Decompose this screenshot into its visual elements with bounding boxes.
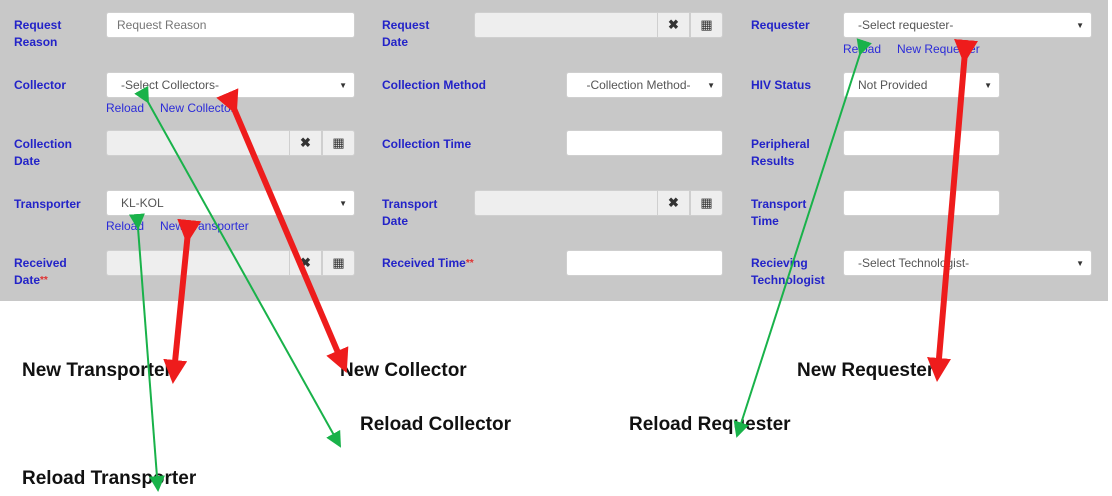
arrow-reload-collector [134, 85, 341, 448]
arrow-reload-transporter [128, 213, 165, 492]
arrow-new-requester [927, 39, 978, 382]
arrow-reload-requester [733, 38, 872, 438]
arrow-new-transporter [163, 218, 202, 384]
arrow-new-collector [216, 88, 349, 374]
annotation-arrows [128, 38, 978, 492]
